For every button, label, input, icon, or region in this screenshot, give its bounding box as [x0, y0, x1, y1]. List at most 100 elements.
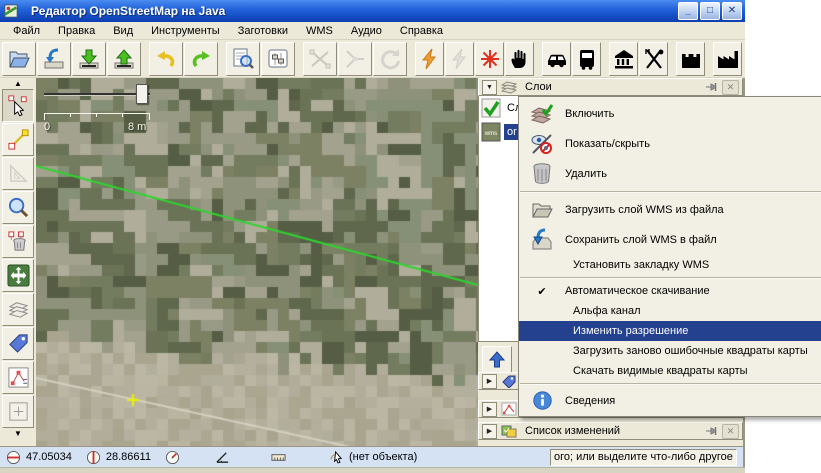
select-tool-button[interactable] — [2, 89, 34, 122]
upload-file-button[interactable] — [107, 42, 141, 76]
download-osm-button[interactable] — [37, 42, 71, 76]
pin-icon[interactable] — [704, 81, 719, 94]
changeset-sm-icon — [501, 424, 517, 438]
minimize-button[interactable]: _ — [678, 2, 698, 20]
expand-arrow-icon[interactable]: ▶ — [482, 424, 497, 439]
lightning-off-icon — [448, 47, 472, 71]
screen: { "window": { "title": "Редактор OpenStr… — [0, 0, 821, 472]
maximize-button[interactable]: □ — [700, 2, 720, 20]
toolbar-group — [149, 42, 219, 76]
expand-arrow-icon[interactable]: ▶ — [482, 402, 497, 417]
map-canvas[interactable] — [36, 78, 478, 446]
map-view[interactable]: 0 8 m — [36, 78, 478, 446]
refresh-button[interactable] — [373, 42, 407, 76]
titlebar[interactable]: Редактор OpenStreetMap на Java _ □ ✕ — [0, 0, 745, 22]
menu-item-12[interactable]: Скачать видимые квадраты карты — [519, 361, 821, 381]
menu-item-label: Скачать видимые квадраты карты — [573, 365, 748, 377]
zoom-slider-handle[interactable] — [136, 84, 148, 104]
scale-line — [44, 113, 150, 120]
menu-item-2[interactable]: Удалить — [519, 159, 821, 189]
menu-separator — [520, 383, 821, 385]
zoom-tool-button[interactable] — [2, 191, 34, 224]
layer-up-button[interactable] — [482, 346, 512, 374]
spark-button[interactable] — [475, 42, 504, 76]
menu-item-правка[interactable]: Правка — [49, 23, 104, 39]
close-button[interactable]: ✕ — [722, 2, 742, 20]
menu-item-4[interactable]: Загрузить слой WMS из файла — [519, 195, 821, 225]
angle-icon — [215, 449, 231, 465]
castle-button[interactable] — [676, 42, 705, 76]
undo-button[interactable] — [149, 42, 183, 76]
spark-icon — [478, 47, 502, 71]
menu-item-5[interactable]: Сохранить слой WMS в файл — [519, 225, 821, 255]
relations-tool-button[interactable] — [2, 361, 34, 394]
download-osm-icon — [42, 47, 66, 71]
museum-button[interactable] — [609, 42, 638, 76]
split-way-button[interactable] — [303, 42, 337, 76]
move-tool-button[interactable] — [2, 259, 34, 292]
draw-way-tool-button[interactable] — [2, 123, 34, 156]
pin-icon[interactable] — [704, 425, 719, 438]
menu-item-9[interactable]: Альфа канал — [519, 301, 821, 321]
select-tool-icon — [7, 94, 30, 117]
expand-arrow-icon[interactable]: ▶ — [482, 374, 497, 389]
window-controls: _ □ ✕ — [676, 2, 742, 20]
menu-item-инструменты[interactable]: Инструменты — [142, 23, 229, 39]
preferences-button[interactable] — [261, 42, 295, 76]
menu-item-label: Альфа канал — [573, 305, 641, 317]
delete-tool-button[interactable] — [2, 225, 34, 258]
toolbar-group — [415, 42, 535, 76]
toolbar-group — [542, 42, 602, 76]
rail-scroll-up[interactable]: ▲ — [0, 78, 36, 88]
hint-field[interactable]: ого; или выделите что-либо другое — [550, 449, 737, 466]
tag-icon — [501, 374, 517, 388]
menu-item-10[interactable]: Изменить разрешение — [519, 321, 821, 341]
panel-close-icon[interactable]: ✕ — [722, 80, 739, 95]
zoom-selection-icon — [231, 47, 255, 71]
menu-item-label: Включить — [565, 108, 614, 120]
app-logo-icon — [3, 4, 19, 18]
redo-button[interactable] — [184, 42, 218, 76]
download-file-button[interactable] — [72, 42, 106, 76]
panel-close-icon[interactable]: ✕ — [722, 424, 739, 439]
bus-button[interactable] — [572, 42, 601, 76]
angle-tool-button[interactable] — [2, 157, 34, 190]
menu-item-11[interactable]: Загрузить заново ошибочные квадраты карт… — [519, 341, 821, 361]
menu-item-1[interactable]: Показать/скрыть — [519, 129, 821, 159]
upload-file-icon — [112, 47, 136, 71]
rail-scroll-down[interactable]: ▼ — [0, 428, 36, 438]
check-icon: ✔ — [527, 285, 557, 298]
car-button[interactable] — [542, 42, 571, 76]
factory-button[interactable] — [713, 42, 742, 76]
restaurant-button[interactable] — [639, 42, 668, 76]
extra-tool-icon — [7, 400, 30, 423]
lightning-off-button[interactable] — [445, 42, 474, 76]
menu-item-label: Загрузить слой WMS из файла — [565, 204, 724, 216]
side-toolbar: ▲ ▼ — [0, 78, 36, 446]
menu-item-заготовки[interactable]: Заготовки — [229, 23, 297, 39]
menu-item-14[interactable]: Сведения — [519, 387, 821, 414]
pan-hand-button[interactable] — [505, 42, 534, 76]
save-wms-icon — [527, 228, 557, 252]
menu-item-0[interactable]: Включить — [519, 99, 821, 129]
menu-item-8[interactable]: ✔Автоматическое скачивание — [519, 281, 821, 301]
wms-layer-icon: wms — [481, 122, 501, 142]
menu-item-6[interactable]: Установить закладку WMS — [519, 255, 821, 275]
main-toolbar — [0, 40, 745, 78]
lightning-button[interactable] — [415, 42, 444, 76]
menu-item-файл[interactable]: Файл — [4, 23, 49, 39]
open-folder-button[interactable] — [2, 42, 36, 76]
menu-item-аудио[interactable]: Аудио — [342, 23, 391, 39]
zoom-selection-button[interactable] — [226, 42, 260, 76]
combine-way-button[interactable] — [338, 42, 372, 76]
menu-separator — [520, 277, 821, 279]
collapse-arrow-icon[interactable]: ▼ — [482, 80, 497, 95]
car-icon — [545, 47, 569, 71]
tag-tool-button[interactable] — [2, 327, 34, 360]
layers-tool-button[interactable] — [2, 293, 34, 326]
menu-item-вид[interactable]: Вид — [104, 23, 142, 39]
menu-item-справка[interactable]: Справка — [391, 23, 452, 39]
menu-item-wms[interactable]: WMS — [297, 23, 342, 39]
extra-tool-button[interactable] — [2, 395, 34, 428]
zoom-slider[interactable] — [44, 84, 150, 104]
